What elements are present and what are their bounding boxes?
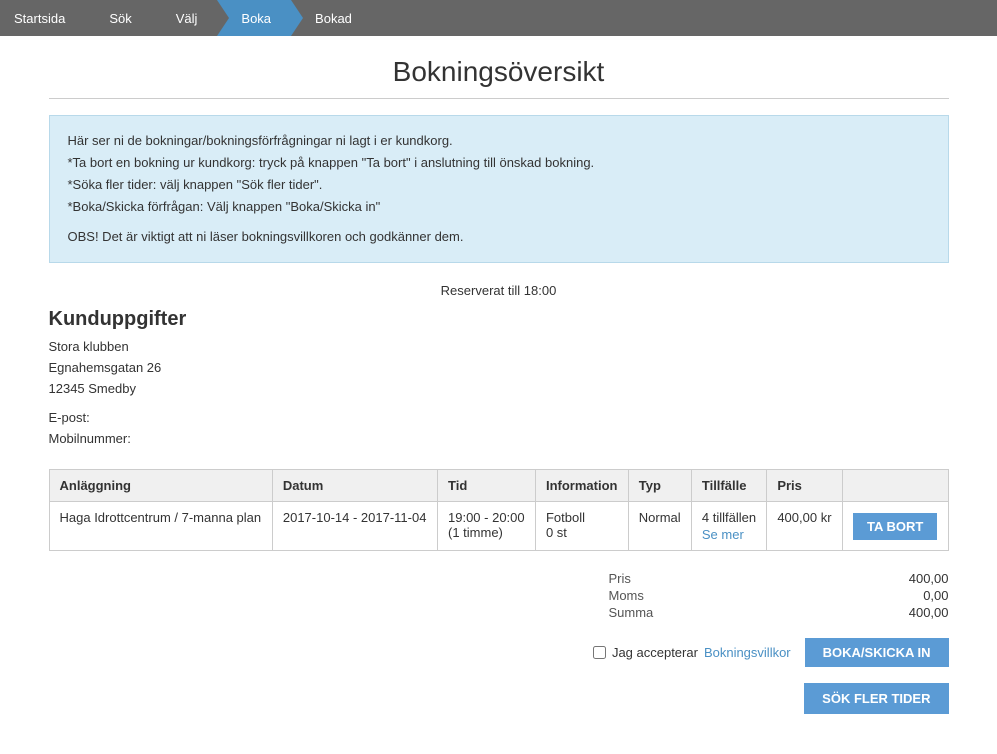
customer-email-label: E-post: — [49, 408, 949, 429]
boka-button[interactable]: BOKA/SKICKA IN — [805, 638, 949, 667]
pris-label: Pris — [609, 571, 631, 586]
page-title: Bokningsöversikt — [49, 56, 949, 88]
col-datum: Datum — [272, 470, 437, 502]
terms-label: Jag accepterar — [612, 645, 698, 660]
customer-section: Kunduppgifter Stora klubben Egnahemsgata… — [49, 308, 949, 449]
cell-date: 2017-10-14 - 2017-11-04 — [272, 502, 437, 551]
sok-fler-button[interactable]: SÖK FLER TIDER — [804, 683, 948, 714]
bottom-actions: SÖK FLER TIDER — [49, 683, 949, 714]
cell-type: Normal — [628, 502, 691, 551]
summa-value: 400,00 — [909, 605, 949, 620]
ta-bort-button[interactable]: TA BORT — [853, 513, 937, 540]
col-information: Information — [535, 470, 628, 502]
pris-value: 400,00 — [909, 571, 949, 586]
summary-section: Pris 400,00 Moms 0,00 Summa 400,00 — [49, 571, 949, 622]
moms-label: Moms — [609, 588, 644, 603]
main-content: Bokningsöversikt Här ser ni de bokningar… — [29, 36, 969, 754]
summary-summa-row: Summa 400,00 — [609, 605, 949, 620]
cell-price: 400,00 kr — [767, 502, 842, 551]
col-tillfalle: Tillfälle — [691, 470, 766, 502]
terms-link[interactable]: Bokningsvillkor — [704, 645, 791, 660]
customer-heading: Kunduppgifter — [49, 308, 949, 331]
info-obs: OBS! Det är viktigt att ni läser bokning… — [68, 226, 930, 248]
summa-label: Summa — [609, 605, 654, 620]
cell-information: Fotboll 0 st — [535, 502, 628, 551]
col-action — [842, 470, 948, 502]
divider — [49, 98, 949, 99]
table-row: Haga Idrottcentrum / 7-manna plan 2017-1… — [49, 502, 948, 551]
booking-table: Anläggning Datum Tid Information Typ Til… — [49, 469, 949, 551]
cell-facility: Haga Idrottcentrum / 7-manna plan — [49, 502, 272, 551]
summary-pris-row: Pris 400,00 — [609, 571, 949, 586]
info-line3: *Söka fler tider: välj knappen "Sök fler… — [68, 174, 930, 196]
breadcrumb: Startsida Sök Välj Boka Bokad — [0, 0, 997, 36]
cell-time: 19:00 - 20:00 (1 timme) — [438, 502, 536, 551]
summary-moms-row: Moms 0,00 — [609, 588, 949, 603]
terms-row: Jag accepterar Bokningsvillkor BOKA/SKIC… — [49, 638, 949, 667]
customer-mobile-label: Mobilnummer: — [49, 429, 949, 450]
cell-occasions: 4 tillfällen Se mer — [691, 502, 766, 551]
breadcrumb-bokad[interactable]: Bokad — [291, 0, 372, 36]
info-line2: *Ta bort en bokning ur kundkorg: tryck p… — [68, 152, 930, 174]
reservation-time: Reserverat till 18:00 — [49, 283, 949, 298]
customer-address1: Egnahemsgatan 26 — [49, 358, 949, 379]
terms-checkbox[interactable] — [593, 646, 606, 659]
see-more-link[interactable]: Se mer — [702, 527, 756, 542]
info-line4: *Boka/Skicka förfrågan: Välj knappen "Bo… — [68, 196, 930, 218]
col-pris: Pris — [767, 470, 842, 502]
moms-value: 0,00 — [923, 588, 948, 603]
customer-address2: 12345 Smedby — [49, 379, 949, 400]
table-header-row: Anläggning Datum Tid Information Typ Til… — [49, 470, 948, 502]
info-box: Här ser ni de bokningar/bokningsförfrågn… — [49, 115, 949, 263]
info-line1: Här ser ni de bokningar/bokningsförfrågn… — [68, 130, 930, 152]
col-tid: Tid — [438, 470, 536, 502]
col-facility: Anläggning — [49, 470, 272, 502]
breadcrumb-startsida[interactable]: Startsida — [0, 0, 85, 36]
col-typ: Typ — [628, 470, 691, 502]
cell-action: TA BORT — [842, 502, 948, 551]
customer-name: Stora klubben — [49, 337, 949, 358]
